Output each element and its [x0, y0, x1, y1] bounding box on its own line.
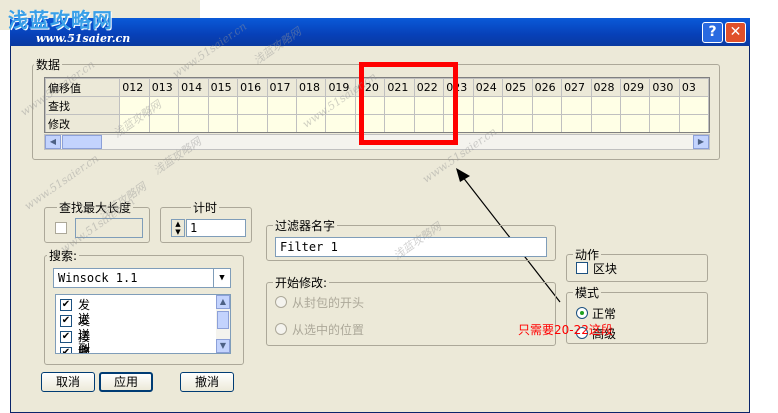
- find-cell[interactable]: [237, 96, 268, 115]
- modify-cell[interactable]: [678, 114, 709, 132]
- find-cell[interactable]: [502, 96, 533, 115]
- row-label-modify: 修改: [45, 114, 121, 132]
- column-header: 014: [178, 78, 209, 97]
- modify-cell[interactable]: [266, 114, 297, 132]
- modify-cell[interactable]: [237, 114, 268, 132]
- block-checkbox-label: 区块: [593, 262, 618, 276]
- column-header: 028: [590, 78, 621, 97]
- scroll-up-icon[interactable]: ▲: [216, 295, 230, 309]
- protocol-select-value: Winsock 1.1: [58, 271, 138, 285]
- find-cell[interactable]: [178, 96, 209, 115]
- modify-cell[interactable]: [178, 114, 209, 132]
- modify-cell[interactable]: [207, 114, 239, 132]
- timer-spinner-icon[interactable]: ▲ ▼: [171, 219, 185, 237]
- column-header: 029: [619, 78, 651, 97]
- modify-cell[interactable]: [148, 114, 180, 132]
- annotation-text: 只需要20-22这段: [518, 323, 613, 337]
- column-header: 026: [531, 78, 563, 97]
- column-header: 013: [148, 78, 180, 97]
- row-label-find: 查找: [45, 96, 121, 115]
- start-modify-label: 开始修改:: [273, 274, 330, 291]
- mode-normal-label: 正常: [592, 307, 617, 321]
- checkbox-send-to[interactable]: ✔: [60, 315, 72, 327]
- find-cell[interactable]: [619, 96, 651, 115]
- scroll-left-icon[interactable]: ◀: [45, 135, 61, 149]
- column-header: 024: [472, 78, 504, 97]
- search-options-list[interactable]: ✔ 发送 ✔ 发送到 ✔ 接收 ✔ 接收到 ▲ ▼: [55, 294, 231, 354]
- column-header: 016: [237, 78, 268, 97]
- block-checkbox[interactable]: [576, 262, 588, 274]
- radio-from-selection[interactable]: [275, 323, 287, 335]
- modify-cell[interactable]: [590, 114, 621, 132]
- help-button[interactable]: ?: [702, 22, 723, 43]
- find-cell[interactable]: [266, 96, 297, 115]
- modify-cell[interactable]: [531, 114, 563, 132]
- filter-name-label: 过滤器名字: [273, 217, 338, 234]
- cancel-button[interactable]: 取消: [41, 372, 95, 392]
- modify-cell[interactable]: [502, 114, 533, 132]
- column-header: 027: [561, 78, 592, 97]
- checkbox-receive-from[interactable]: ✔: [60, 347, 72, 353]
- max-length-checkbox[interactable]: [55, 222, 67, 234]
- find-cell[interactable]: [561, 96, 592, 115]
- data-group-label: 数据: [34, 56, 63, 73]
- list-item-label: 接收到: [78, 346, 91, 354]
- revoke-button[interactable]: 撤消: [180, 372, 234, 392]
- mode-label: 模式: [573, 284, 602, 301]
- column-header: 018: [295, 78, 327, 97]
- chevron-down-icon[interactable]: ▼: [213, 269, 230, 287]
- protocol-select[interactable]: Winsock 1.1 ▼: [53, 268, 231, 288]
- find-cell[interactable]: [207, 96, 239, 115]
- modify-cell[interactable]: [561, 114, 592, 132]
- modify-cell[interactable]: [649, 114, 680, 132]
- apply-button[interactable]: 应用: [99, 372, 153, 392]
- option-from-selection: 从选中的位置: [292, 323, 365, 337]
- column-header: 03: [678, 78, 709, 97]
- checkbox-receive[interactable]: ✔: [60, 331, 72, 343]
- find-cell[interactable]: [472, 96, 504, 115]
- modify-cell[interactable]: [619, 114, 651, 132]
- scroll-right-icon[interactable]: ▶: [693, 135, 709, 149]
- list-scroll-thumb[interactable]: [217, 311, 229, 329]
- scroll-down-icon[interactable]: ▼: [216, 339, 230, 353]
- column-header: 030: [649, 78, 680, 97]
- find-cell[interactable]: [649, 96, 680, 115]
- timer-input[interactable]: 1: [186, 219, 246, 237]
- find-cell[interactable]: [531, 96, 563, 115]
- column-header: 025: [502, 78, 533, 97]
- modify-cell[interactable]: [325, 114, 356, 132]
- column-header: 012: [119, 78, 150, 97]
- option-from-packet-start: 从封包的开头: [292, 296, 365, 310]
- close-button[interactable]: ✕: [725, 22, 746, 43]
- watermark-logo: 浅蓝攻略网: [8, 8, 113, 32]
- radio-mode-normal[interactable]: [576, 307, 588, 319]
- radio-from-packet-start[interactable]: [275, 296, 287, 308]
- scroll-thumb[interactable]: [62, 135, 102, 149]
- checkbox-send[interactable]: ✔: [60, 299, 72, 311]
- watermark-url: www.51saier.cn: [36, 32, 131, 45]
- timer-label: 计时: [191, 199, 220, 216]
- column-header: 015: [207, 78, 239, 97]
- find-cell[interactable]: [590, 96, 621, 115]
- find-cell[interactable]: [678, 96, 709, 115]
- list-vertical-scrollbar[interactable]: ▲ ▼: [216, 295, 230, 353]
- column-header: 017: [266, 78, 297, 97]
